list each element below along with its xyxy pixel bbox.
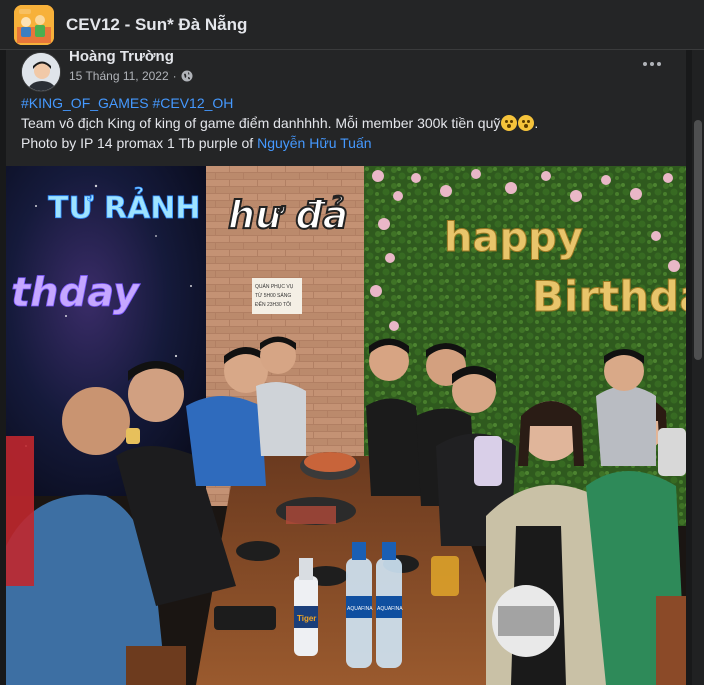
neon-sign-top: TƯ RẢNH: [48, 187, 201, 226]
more-dot: [650, 62, 654, 66]
group-cover-icon[interactable]: [14, 4, 54, 45]
caption-text: Team vô địch King of king of game điểm d…: [21, 115, 501, 131]
post-header: Hoàng Trường 15 Tháng 11, 2022 ·: [21, 49, 193, 92]
scrollbar-thumb[interactable]: [694, 120, 702, 360]
svg-text:hư đả: hư đả: [228, 193, 348, 237]
red-chair-left: [6, 436, 34, 586]
birthday-balloon-text: Birthda: [532, 272, 686, 321]
caption-end: .: [534, 115, 539, 131]
globe-icon: [181, 70, 193, 82]
caption-line: Team vô địch King of king of game điểm d…: [21, 113, 671, 133]
water-label-2: AQUAFINA: [377, 606, 403, 612]
author-name[interactable]: Hoàng Trường: [69, 49, 193, 65]
author-avatar[interactable]: [21, 52, 61, 92]
happy-balloon-text: happy: [444, 215, 583, 261]
sign-line-1: QUÁN PHỤC VỤ: [255, 283, 294, 290]
post-date[interactable]: 15 Tháng 11, 2022: [69, 69, 169, 83]
hashtag-line: #KING_OF_GAMES #CEV12_OH: [21, 93, 671, 113]
beer-label: Tiger: [297, 614, 316, 623]
astonished-emoji-icon: [501, 115, 518, 131]
photo-credit-line: Photo by IP 14 promax 1 Tb purple of Ngu…: [21, 133, 671, 153]
restaurant-logo: hư đả: [227, 192, 349, 238]
sign-line-3: ĐẾN 23H30 TỐI: [255, 301, 291, 308]
group-title[interactable]: CEV12 - Sun* Đà Nẵng: [66, 15, 247, 35]
more-dot: [657, 62, 661, 66]
post-photo[interactable]: TƯ RẢNH thday hư đả QUÁN PHỤC VỤ TỪ 5H00…: [6, 166, 686, 685]
water-bottle-1: AQUAFINA: [346, 542, 373, 668]
water-label-1: AQUAFINA: [347, 606, 373, 612]
more-options-button[interactable]: [636, 52, 668, 76]
meta-separator: ·: [172, 69, 177, 83]
photo-credit-text: Photo by IP 14 promax 1 Tb purple of: [21, 135, 258, 151]
post-card: Hoàng Trường 15 Tháng 11, 2022 · #KING_O…: [6, 40, 686, 685]
page-scrollbar[interactable]: [692, 50, 704, 685]
sign-line-2: TỪ 5H00 SÁNG: [255, 292, 291, 299]
group-header-bar: CEV12 - Sun* Đà Nẵng: [0, 0, 704, 50]
post-meta: 15 Tháng 11, 2022 ·: [69, 69, 193, 83]
neon-sign-bottom: thday: [11, 270, 141, 316]
water-bottle-2: AQUAFINA: [376, 542, 403, 668]
hashtag-cev12-oh[interactable]: #CEV12_OH: [152, 95, 233, 111]
more-options-icon: [643, 62, 647, 66]
tagged-user-link[interactable]: Nguyễn Hữu Tuấn: [257, 135, 371, 151]
astonished-emoji-icon: [518, 115, 535, 131]
hashtag-king-of-games[interactable]: #KING_OF_GAMES: [21, 95, 149, 111]
post-body-text: #KING_OF_GAMES #CEV12_OH Team vô địch Ki…: [21, 93, 671, 153]
wooden-bench: [126, 646, 186, 685]
